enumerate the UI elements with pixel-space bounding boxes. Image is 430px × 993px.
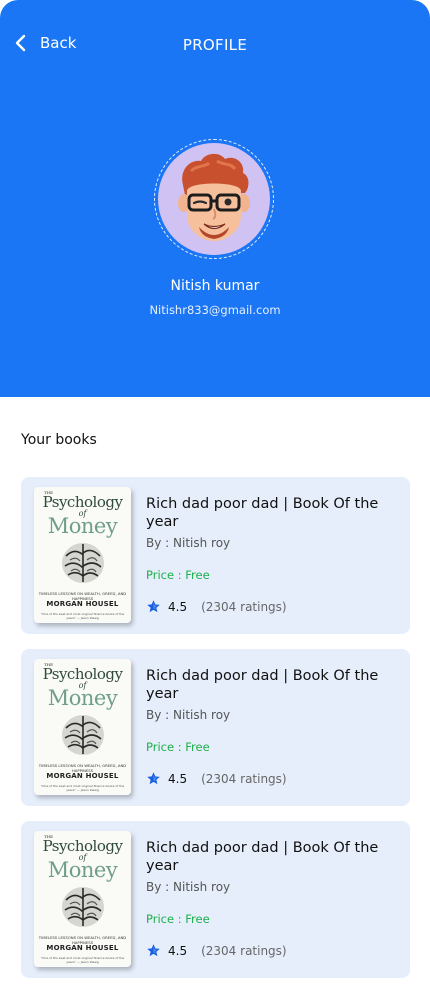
book-card[interactable]: THE Psychology of Money TIMELESS LESSONS…: [21, 477, 410, 634]
cover-blurb: "One of the best and most original finan…: [40, 956, 125, 964]
brain-icon: [62, 887, 104, 927]
book-rating: 4.5 (2304 ratings): [146, 599, 287, 614]
profile-email: Nitishr833@gmail.com: [149, 303, 281, 317]
book-rating: 4.5 (2304 ratings): [146, 771, 287, 786]
cover-title-line2: Money: [47, 514, 118, 538]
page-title: PROFILE: [182, 36, 248, 54]
book-title: Rich dad poor dad | Book Of the year: [146, 840, 379, 874]
cover-title-line2: Money: [47, 858, 118, 882]
book-author: By : Nitish roy: [146, 880, 231, 894]
rating-count: (2304 ratings): [201, 599, 287, 614]
rating-value: 4.5: [168, 599, 188, 614]
cover-author: MORGAN HOUSEL: [46, 600, 119, 608]
book-cover: THE Psychology of Money TIMELESS LESSONS…: [34, 487, 131, 623]
profile-header: Back PROFILE Nitish kumar Nitishr833@gma…: [0, 0, 430, 397]
star-icon: [147, 600, 160, 613]
cover-blurb: "One of the best and most original finan…: [40, 784, 125, 792]
book-title: Rich dad poor dad | Book Of the year: [146, 668, 379, 702]
brain-icon: [62, 543, 104, 583]
brain-icon: [62, 715, 104, 755]
star-icon: [147, 772, 160, 785]
book-card[interactable]: THE Psychology of Money TIMELESS LESSONS…: [21, 821, 410, 978]
book-list: THE Psychology of Money TIMELESS LESSONS…: [21, 477, 410, 993]
section-title: Your books: [21, 432, 97, 448]
book-cover: THE Psychology of Money TIMELESS LESSONS…: [34, 831, 131, 967]
book-title: Rich dad poor dad | Book Of the year: [146, 496, 379, 530]
book-author: By : Nitish roy: [146, 708, 231, 722]
cover-title-line2: Money: [47, 686, 118, 710]
cover-author: MORGAN HOUSEL: [46, 772, 119, 780]
star-icon: [147, 944, 160, 957]
memoji-avatar-icon: [178, 153, 250, 241]
book-rating: 4.5 (2304 ratings): [146, 943, 287, 958]
book-info: Rich dad poor dad | Book Of the year By …: [146, 495, 390, 582]
book-info: Rich dad poor dad | Book Of the year By …: [146, 667, 390, 754]
cover-blurb: "One of the best and most original finan…: [40, 612, 125, 620]
rating-count: (2304 ratings): [201, 943, 287, 958]
book-info: Rich dad poor dad | Book Of the year By …: [146, 839, 390, 926]
profile-name: Nitish kumar: [170, 278, 260, 294]
book-card[interactable]: THE Psychology of Money TIMELESS LESSONS…: [21, 649, 410, 806]
book-cover: THE Psychology of Money TIMELESS LESSONS…: [34, 659, 131, 795]
book-price: Price : Free: [146, 568, 210, 582]
rating-count: (2304 ratings): [201, 771, 287, 786]
rating-value: 4.5: [168, 771, 188, 786]
book-author: By : Nitish roy: [146, 536, 231, 550]
avatar[interactable]: [158, 143, 270, 255]
avatar-ring: [154, 139, 274, 259]
cover-author: MORGAN HOUSEL: [46, 944, 119, 952]
book-price: Price : Free: [146, 740, 210, 754]
book-price: Price : Free: [146, 912, 210, 926]
rating-value: 4.5: [168, 943, 188, 958]
